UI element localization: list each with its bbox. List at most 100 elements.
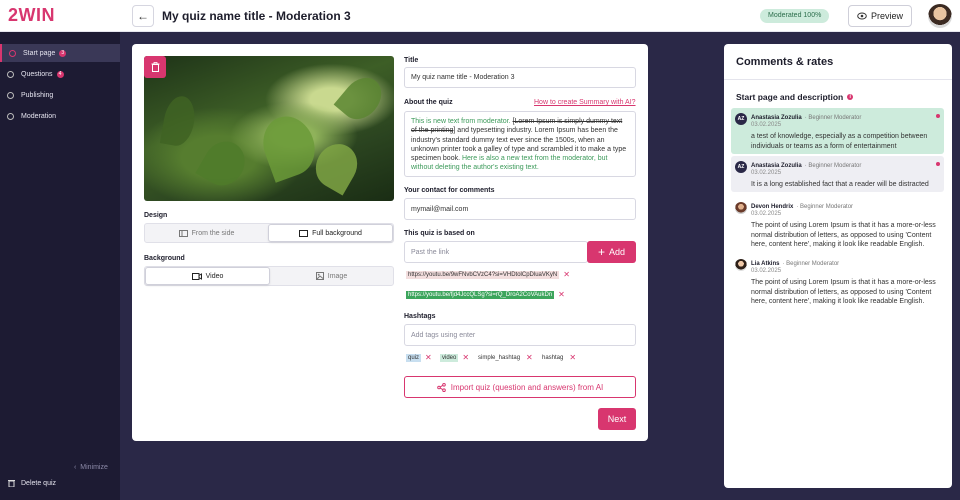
comment-item[interactable]: Lia Atkins · Beginner Moderator 03.02.202… xyxy=(731,254,944,310)
comment-text: The point of using Lorem Ipsum is that i… xyxy=(751,222,936,248)
remove-tag-icon[interactable]: ✕ xyxy=(569,353,576,362)
comment-text: The point of using Lorem Ipsum is that i… xyxy=(751,279,936,305)
preview-label: Preview xyxy=(870,11,903,21)
ai-summary-link[interactable]: How to create Summary with AI? xyxy=(534,99,636,106)
moderation-status-badge: Moderated 100% xyxy=(760,9,830,23)
sidebar-item-start-page[interactable]: Start page 3 xyxy=(0,44,120,62)
commenter-name: Lia Atkins xyxy=(751,261,780,267)
comment-text: a test of knowledge, especially as a com… xyxy=(751,133,928,150)
page-title: My quiz name title - Moderation 3 xyxy=(162,9,351,23)
contact-label: Your contact for comments xyxy=(404,187,495,194)
comment-text: It is a long established fact that a rea… xyxy=(751,181,929,188)
comment-date: 03.02.2025 xyxy=(751,170,782,176)
sidebar-item-label: Publishing xyxy=(21,91,54,99)
background-option-image[interactable]: Image xyxy=(270,267,393,285)
import-from-ai-button[interactable]: Import quiz (question and answers) from … xyxy=(404,376,636,398)
questions-icon xyxy=(7,70,14,78)
import-from-ai-label: Import quiz (question and answers) from … xyxy=(450,382,604,392)
commenter-role: · Beginner Moderator xyxy=(796,204,854,210)
commenter-avatar xyxy=(735,202,747,214)
comment-date: 03.02.2025 xyxy=(751,211,782,217)
title-label: Title xyxy=(404,57,419,64)
divider xyxy=(724,79,952,80)
hashtag-text: video xyxy=(440,353,459,362)
comment-item[interactable]: AZ Anastasia Zozulia · Beginner Moderator… xyxy=(731,108,944,154)
source-link-text[interactable]: https://youtu.be/9wFNvbCVzC4?si=VHDtolCp… xyxy=(406,270,560,279)
image-icon xyxy=(315,272,324,280)
about-textarea[interactable]: This is new text from moderator. [Lorem … xyxy=(404,111,636,177)
background-option-label: Video xyxy=(205,272,224,280)
source-link-text[interactable]: https://youtu.be/fjd4JccQLSg?si=rQ_DroA2… xyxy=(406,290,555,299)
app-logo[interactable]: 2WIN xyxy=(8,5,55,26)
cover-image xyxy=(144,56,394,201)
minimize-label: Minimize xyxy=(80,464,108,471)
hashtag-text: hashtag xyxy=(542,354,564,361)
unread-dot xyxy=(936,114,940,118)
commenter-name: Anastasia Zozulia xyxy=(751,115,802,121)
commenter-role: · Beginner Moderator xyxy=(804,115,862,121)
share-nodes-icon xyxy=(436,382,446,392)
remove-tag-icon[interactable]: ✕ xyxy=(425,353,432,362)
commenter-name: Devon Hendrix xyxy=(751,204,794,210)
source-link-chip: https://youtu.be/fjd4JccQLSg?si=rQ_DroA2… xyxy=(406,289,565,300)
video-icon xyxy=(191,272,202,280)
contact-email-input[interactable]: mymail@mail.com xyxy=(404,198,636,220)
comments-panel-title: Comments & rates xyxy=(736,56,834,68)
preview-button[interactable]: Preview xyxy=(848,5,912,27)
commenter-avatar: AZ xyxy=(735,161,747,173)
hashtags-input[interactable]: Add tags using enter xyxy=(404,324,636,346)
publishing-icon xyxy=(7,91,14,99)
moderator-added-text: This is new text from moderator. xyxy=(411,118,513,125)
source-link-chip: https://youtu.be/9wFNvbCVzC4?si=VHDtolCp… xyxy=(406,269,570,280)
sidebar-item-questions[interactable]: Questions 4 xyxy=(0,65,120,83)
commenter-role: · Beginner Moderator xyxy=(804,163,862,169)
delete-quiz-button[interactable]: Delete quiz xyxy=(8,479,56,487)
commenter-avatar: AZ xyxy=(735,113,747,125)
commenter-avatar xyxy=(735,259,747,271)
hashtag-chip: quiz ✕ xyxy=(406,352,432,363)
hashtag-chip: video ✕ xyxy=(440,352,469,363)
arrow-left-icon: ← xyxy=(137,9,149,23)
background-option-video[interactable]: Video xyxy=(145,267,270,285)
sidebar-item-label: Moderation xyxy=(21,112,57,120)
remove-tag-icon[interactable]: ✕ xyxy=(526,353,533,362)
sidebar-item-moderation[interactable]: Moderation xyxy=(0,107,120,125)
design-option-full[interactable]: Full background xyxy=(268,224,393,242)
remove-link-icon[interactable]: ✕ xyxy=(563,270,570,279)
comment-item[interactable]: AZ Anastasia Zozulia · Beginner Moderator… xyxy=(731,156,944,192)
based-on-label: This quiz is based on xyxy=(404,230,475,237)
remove-link-icon[interactable]: ✕ xyxy=(558,290,565,299)
user-avatar[interactable] xyxy=(928,4,952,28)
add-link-button[interactable]: + Add xyxy=(587,241,636,263)
back-button[interactable]: ← xyxy=(132,5,154,27)
delete-quiz-label: Delete quiz xyxy=(21,479,57,487)
commenter-role: · Beginner Moderator xyxy=(782,261,840,267)
remove-tag-icon[interactable]: ✕ xyxy=(462,353,469,362)
minimize-button[interactable]: ‹ Minimize xyxy=(74,464,108,471)
next-button[interactable]: Next xyxy=(598,408,636,430)
sidebar-item-label: Start page xyxy=(23,49,56,57)
comment-item[interactable]: Devon Hendrix · Beginner Moderator 03.02.… xyxy=(731,197,944,253)
hashtag-chip: simple_hashtag ✕ xyxy=(476,352,533,363)
comment-date: 03.02.2025 xyxy=(751,122,782,128)
sidebar-item-label: Questions xyxy=(21,70,53,78)
design-label: Design xyxy=(144,212,168,219)
start-page-icon xyxy=(9,49,16,57)
moderation-icon xyxy=(7,112,14,120)
layout-side-icon xyxy=(178,229,188,237)
layout-full-icon xyxy=(299,229,309,237)
delete-image-button[interactable] xyxy=(144,56,166,78)
design-selector: From the side Full background xyxy=(144,223,394,243)
section-title-text: Start page and description xyxy=(736,92,844,102)
info-icon[interactable]: i xyxy=(847,94,854,100)
source-link-input[interactable]: Past the link xyxy=(404,241,588,263)
top-bar: 2WIN ← My quiz name title - Moderation 3… xyxy=(0,0,960,32)
eye-icon xyxy=(857,12,867,20)
title-input[interactable]: My quiz name title - Moderation 3 xyxy=(404,67,636,88)
sidebar: Start page 3 Questions 4 Publishing Mode… xyxy=(0,32,120,500)
background-label: Background xyxy=(144,255,185,262)
add-link-label: Add xyxy=(609,247,626,257)
design-option-side[interactable]: From the side xyxy=(145,224,268,242)
hashtags-label: Hashtags xyxy=(404,313,436,320)
sidebar-item-publishing[interactable]: Publishing xyxy=(0,86,120,104)
